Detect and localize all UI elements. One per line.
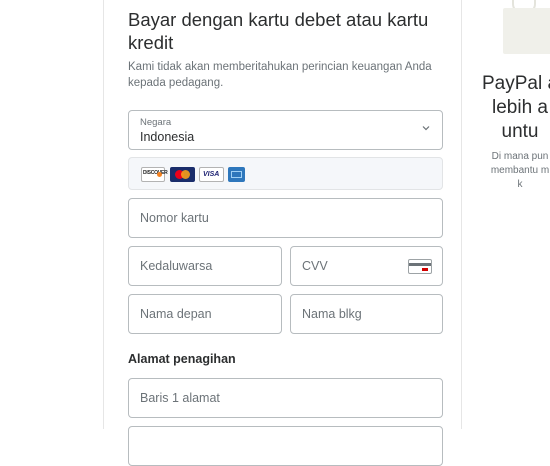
discover-logo-text: DISCOVER xyxy=(143,170,168,176)
side-panel-text: Di mana pun membantu m k xyxy=(470,150,550,192)
side-title-line: lebih a xyxy=(492,97,548,118)
country-value: Indonesia xyxy=(140,130,195,144)
column-divider xyxy=(461,0,462,429)
last-name-field[interactable]: Nama blkg xyxy=(290,294,443,334)
cvv-field[interactable]: CVV xyxy=(290,246,443,286)
address-line2-field[interactable] xyxy=(128,426,443,466)
card-number-field[interactable]: Nomor kartu xyxy=(128,198,443,238)
side-title-line: PayPal a xyxy=(481,73,550,94)
first-name-field[interactable]: Nama depan xyxy=(128,294,282,334)
side-text-line: k xyxy=(517,179,523,190)
left-margin-panel xyxy=(0,0,104,429)
country-label: Negara xyxy=(140,117,172,128)
side-text-line: membantu m xyxy=(490,165,550,176)
accepted-cards-strip: DISCOVER VISA xyxy=(128,157,443,190)
side-title-line: untu xyxy=(501,121,539,142)
chevron-down-icon xyxy=(422,126,430,131)
billing-address-heading: Alamat penagihan xyxy=(128,352,236,366)
country-select[interactable]: Negara Indonesia xyxy=(128,110,443,150)
side-text-line: Di mana pun xyxy=(491,151,549,162)
side-panel-title: PayPal a lebih a untu xyxy=(470,72,550,144)
page-subtitle: Kami tidak akan memberitahukan perincian… xyxy=(128,61,432,89)
address-line1-field[interactable]: Baris 1 alamat xyxy=(128,378,443,418)
card-number-placeholder: Nomor kartu xyxy=(140,211,209,225)
first-name-placeholder: Nama depan xyxy=(140,307,212,321)
discover-card-icon: DISCOVER xyxy=(141,167,168,182)
visa-card-icon: VISA xyxy=(199,167,224,182)
expiry-placeholder: Kedaluwarsa xyxy=(140,259,213,273)
expiry-field[interactable]: Kedaluwarsa xyxy=(128,246,282,286)
cvv-placeholder: CVV xyxy=(302,259,328,273)
mastercard-icon xyxy=(170,167,195,182)
shopping-bag-illustration xyxy=(503,8,550,54)
last-name-placeholder: Nama blkg xyxy=(302,307,362,321)
address-line1-placeholder: Baris 1 alamat xyxy=(140,391,220,405)
amex-card-icon xyxy=(228,167,245,182)
visa-logo-text: VISA xyxy=(203,171,220,178)
page-title: Bayar dengan kartu debet atau kartu kred… xyxy=(128,9,429,53)
cvv-card-icon xyxy=(408,259,432,274)
